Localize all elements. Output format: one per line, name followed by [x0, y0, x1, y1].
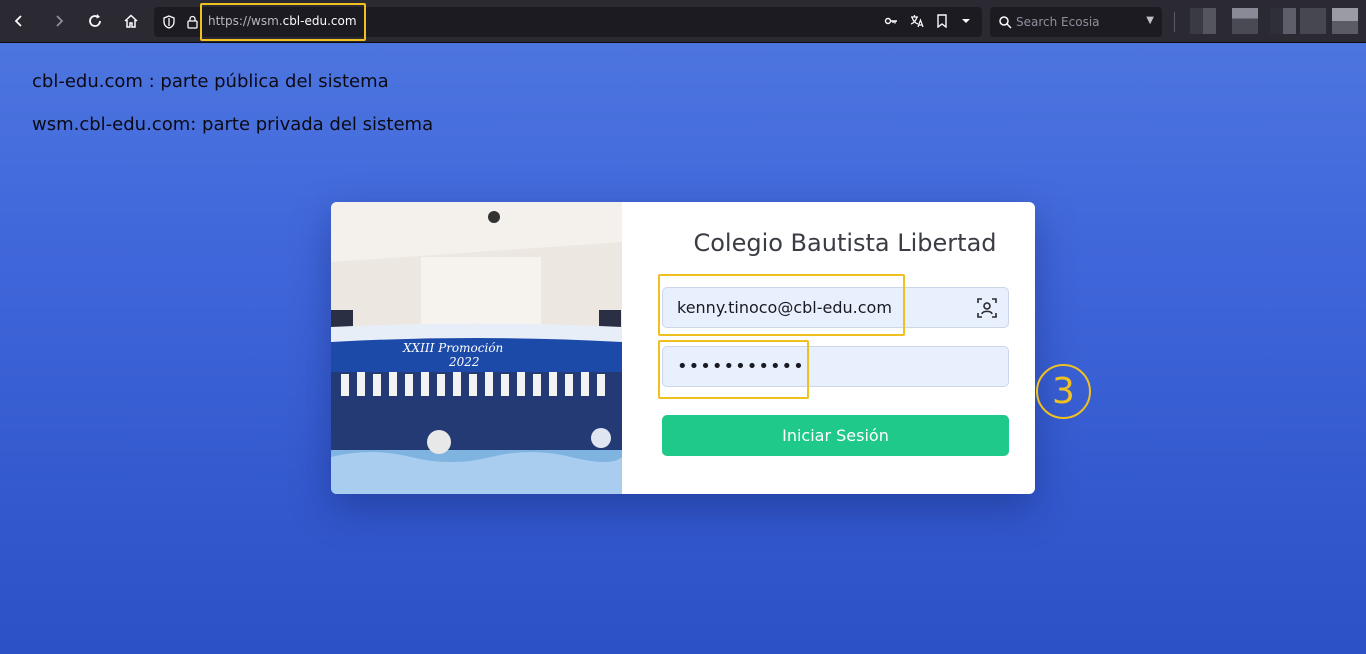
home-icon [124, 14, 138, 28]
translate-icon[interactable] [910, 14, 924, 28]
url-bar-actions [884, 14, 972, 28]
school-title: Colegio Bautista Libertad [693, 229, 997, 257]
reload-icon [89, 14, 101, 27]
photo-banner-line1: XXIII Promoción [402, 341, 503, 355]
extension-icon-3[interactable] [1270, 8, 1296, 34]
chevron-down-icon[interactable] [960, 14, 972, 28]
graduation-photo-illustration: XXIII Promoción 2022 [331, 202, 622, 494]
search-placeholder: Search Ecosia [1016, 15, 1100, 29]
extension-icon-4[interactable] [1300, 8, 1326, 34]
contact-card-icon[interactable] [976, 297, 998, 319]
back-button[interactable] [4, 6, 34, 36]
extension-icon-1[interactable] [1190, 8, 1216, 34]
search-bar[interactable]: Search Ecosia ▼ [990, 7, 1162, 37]
bookmark-icon[interactable] [936, 14, 948, 28]
search-icon [999, 16, 1012, 29]
back-icon [14, 15, 22, 27]
login-button[interactable]: Iniciar Sesión [662, 415, 1009, 456]
forward-icon [56, 15, 64, 27]
lock-icon [187, 15, 198, 29]
private-site-note: wsm.cbl-edu.com: parte privada del siste… [32, 114, 434, 135]
toolbar-separator [1174, 12, 1175, 32]
photo-banner-line2: 2022 [448, 355, 480, 369]
search-engine-chevron-icon[interactable]: ▼ [1146, 15, 1154, 26]
graduation-photo: XXIII Promoción 2022 [331, 202, 622, 494]
password-highlight-box [658, 340, 809, 399]
url-highlight-box [200, 3, 366, 41]
email-highlight-box [658, 274, 905, 336]
public-site-note: cbl-edu.com : parte pública del sistema [32, 71, 389, 92]
reload-button[interactable] [80, 6, 110, 36]
home-button[interactable] [116, 6, 146, 36]
extension-icon-2[interactable] [1232, 8, 1258, 34]
browser-toolbar: https://wsm.cbl-edu.com Search Ecosia ▼ [0, 0, 1366, 43]
step-number-badge: 3 [1036, 364, 1091, 419]
login-card: XXIII Promoción 2022 Colegio Bautista Li… [331, 202, 1035, 494]
key-icon[interactable] [884, 14, 898, 28]
forward-button[interactable] [44, 6, 74, 36]
shield-icon [163, 15, 175, 29]
extension-icon-5[interactable] [1332, 8, 1358, 34]
